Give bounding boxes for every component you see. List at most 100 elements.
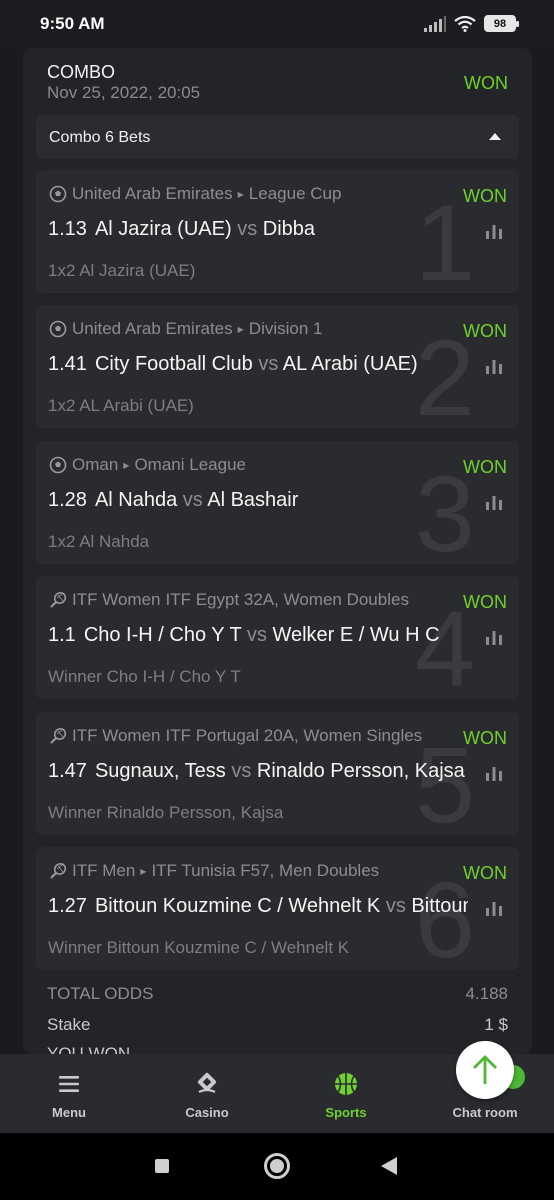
- bet-status-badge: WON: [463, 186, 507, 206]
- bet-pick: 1x2 Al Jazira (UAE): [48, 261, 196, 280]
- battery-icon: 98: [484, 15, 519, 32]
- bet-odd: 1.41: [48, 353, 87, 375]
- bet-odd: 1.13: [48, 218, 87, 240]
- bet-vs: vs: [231, 760, 252, 782]
- bet-home-team: Al Jazira (UAE): [94, 218, 232, 240]
- nav-casino-label: Casino: [185, 1105, 229, 1120]
- bet-status-badge: WON: [463, 728, 507, 748]
- bet-item[interactable]: 5 ITF Women ITF Portugal 20A, Women Sing…: [36, 712, 519, 835]
- stats-icon[interactable]: [485, 765, 503, 781]
- bet-league-name: Division 1: [248, 319, 323, 338]
- bet-away-team: AL Arabi (UAE): [282, 353, 418, 375]
- bet-pick: 1x2 Al Nahda: [48, 532, 150, 551]
- bet-country: United Arab Emirates: [72, 184, 233, 203]
- bet-league: ITF Women ITF Portugal 20A, Women Single…: [49, 726, 449, 746]
- bet-country: ITF Women: [72, 590, 161, 609]
- bet-match: 1.27 Bittoun Kouzmine C / Wehnelt K vs Bi…: [48, 895, 468, 918]
- stats-icon[interactable]: [485, 494, 503, 510]
- bet-home-team: Bittoun Kouzmine C / Wehnelt K: [94, 895, 381, 917]
- bet-pick: Winner Rinaldo Persson, Kajsa: [48, 803, 284, 822]
- bet-country: ITF Women: [72, 726, 161, 745]
- stake-value: 1 $: [484, 1015, 508, 1034]
- bet-vs: vs: [237, 218, 258, 240]
- bet-odd: 1.1: [48, 624, 76, 646]
- status-icons: 98: [424, 15, 519, 32]
- chevron-up-icon[interactable]: [489, 133, 501, 140]
- basketball-icon: [335, 1073, 357, 1095]
- bet-away-team: Bittoun Kouzmine C: [411, 895, 468, 917]
- combo-card: COMBO Nov 25, 2022, 20:05 WON Combo 6 Be…: [23, 48, 532, 1054]
- bet-home-team: Sugnaux, Tess: [94, 760, 226, 782]
- breadcrumb-arrow-icon: ▶: [140, 866, 147, 876]
- bet-league: ITF Men ▶ ITF Tunisia F57, Men Doubles: [49, 861, 449, 881]
- stats-icon[interactable]: [485, 900, 503, 916]
- stats-icon[interactable]: [485, 629, 503, 645]
- nav-casino[interactable]: Casino: [138, 1054, 276, 1133]
- bet-vs: vs: [385, 895, 406, 917]
- bet-status-badge: WON: [463, 457, 507, 477]
- stats-icon[interactable]: [485, 223, 503, 239]
- nav-chat-label: Chat room: [452, 1105, 518, 1120]
- bet-league: Oman ▶ Omani League: [49, 455, 449, 475]
- bet-status-badge: WON: [463, 592, 507, 612]
- bet-match: 1.13 Al Jazira (UAE) vs Dibba: [48, 218, 468, 241]
- recents-icon[interactable]: [155, 1159, 169, 1173]
- stake-label: Stake: [47, 1015, 91, 1034]
- nav-menu[interactable]: Menu: [0, 1054, 138, 1133]
- tennis-racket-icon: [50, 591, 67, 608]
- total-odds-label: TOTAL ODDS: [47, 984, 154, 1003]
- bet-away-team: Welker E / Wu H C: [272, 624, 440, 646]
- bet-league-name: ITF Tunisia F57, Men Doubles: [151, 861, 380, 880]
- combo-date: Nov 25, 2022, 20:05: [47, 83, 201, 102]
- bet-item[interactable]: 4 ITF Women ITF Egypt 32A, Women Doubles…: [36, 576, 519, 699]
- signal-icon: [424, 15, 446, 32]
- combo-bets-label: Combo 6 Bets: [49, 129, 151, 146]
- bet-pick: Winner Bittoun Kouzmine C / Wehnelt K: [48, 938, 350, 957]
- bet-match: 1.28 Al Nahda vs Al Bashair: [48, 489, 468, 512]
- you-won-label: YOU WON: [47, 1044, 131, 1054]
- soccer-ball-icon: [49, 456, 67, 474]
- breadcrumb-arrow-icon: ▶: [237, 324, 244, 334]
- bet-status-badge: WON: [463, 321, 507, 341]
- status-time: 9:50 AM: [40, 14, 105, 33]
- bet-league-name: League Cup: [248, 184, 342, 203]
- tennis-racket-icon: [50, 862, 67, 879]
- nav-menu-label: Menu: [52, 1105, 86, 1120]
- bet-vs: vs: [258, 353, 279, 375]
- bet-item[interactable]: 6 ITF Men ▶ ITF Tunisia F57, Men Doubles…: [36, 847, 519, 970]
- bet-item[interactable]: 1 United Arab Emirates ▶ League Cup WON …: [36, 170, 519, 293]
- home-icon[interactable]: [264, 1153, 290, 1179]
- bet-item[interactable]: 2 United Arab Emirates ▶ Division 1 WON …: [36, 305, 519, 428]
- bet-status-badge: WON: [463, 863, 507, 883]
- back-icon[interactable]: [381, 1157, 397, 1175]
- bet-league: ITF Women ITF Egypt 32A, Women Doubles: [49, 590, 449, 610]
- bet-country: Oman: [72, 455, 119, 474]
- bet-vs: vs: [246, 624, 267, 646]
- bet-odd: 1.47: [48, 760, 87, 782]
- nav-sports-label: Sports: [325, 1105, 367, 1120]
- status-bar: 9:50 AM 98: [0, 0, 554, 48]
- bet-odd: 1.27: [48, 895, 87, 917]
- combo-status-badge: WON: [464, 73, 508, 93]
- bet-match: 1.47 Sugnaux, Tess vs Rinaldo Persson, Ka…: [48, 760, 468, 783]
- bet-league-name: ITF Egypt 32A, Women Doubles: [165, 590, 409, 609]
- bet-league-name: Omani League: [134, 455, 246, 474]
- bet-country: ITF Men: [72, 861, 136, 880]
- stats-icon[interactable]: [485, 358, 503, 374]
- breadcrumb-arrow-icon: ▶: [123, 460, 130, 470]
- wifi-icon: [454, 15, 476, 32]
- arrow-up-icon: [473, 1055, 497, 1084]
- tennis-racket-icon: [50, 727, 67, 744]
- bet-odd: 1.28: [48, 489, 87, 511]
- bet-pick: 1x2 AL Arabi (UAE): [48, 396, 194, 415]
- nav-sports[interactable]: Sports: [277, 1054, 415, 1133]
- soccer-ball-icon: [49, 320, 67, 338]
- combo-bets-toggle[interactable]: Combo 6 Bets: [36, 115, 519, 159]
- bet-item[interactable]: 3 Oman ▶ Omani League WON 1.28 Al Nahda v…: [36, 441, 519, 564]
- bet-away-team: Dibba: [262, 218, 316, 240]
- bet-vs: vs: [182, 489, 203, 511]
- total-odds-value: 4.188: [465, 984, 508, 1003]
- scroll-to-top-button[interactable]: [456, 1041, 514, 1099]
- bet-league: United Arab Emirates ▶ Division 1: [49, 319, 449, 339]
- breadcrumb-arrow-icon: ▶: [237, 189, 244, 199]
